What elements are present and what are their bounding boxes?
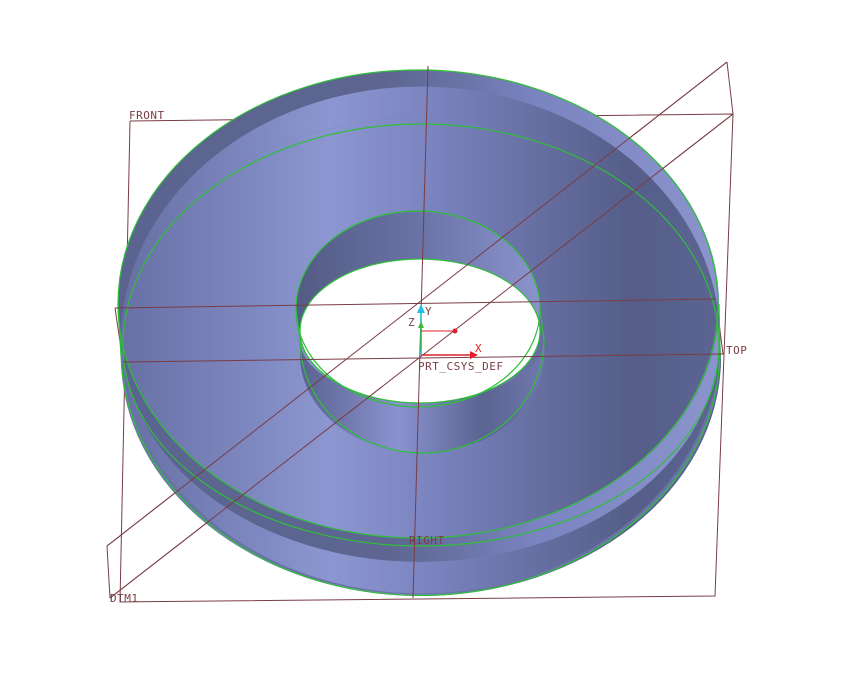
y-axis-label: Y	[425, 305, 432, 318]
datum-label-front[interactable]: FRONT	[129, 109, 165, 122]
datum-label-top[interactable]: TOP	[726, 344, 747, 357]
z-axis-label: Z	[408, 316, 415, 329]
model-viewport[interactable]: X Y Z PRT_CSYS_DEF FRONT TOP RIGHT DTM1	[0, 0, 857, 691]
csys-origin-marker	[452, 328, 458, 334]
x-axis-label: X	[475, 342, 482, 355]
datum-label-dtm1[interactable]: DTM1	[110, 592, 139, 605]
model-canvas[interactable]: X Y Z PRT_CSYS_DEF FRONT TOP RIGHT DTM1	[0, 0, 857, 691]
csys-name-label: PRT_CSYS_DEF	[418, 360, 503, 373]
datum-label-right[interactable]: RIGHT	[409, 534, 445, 547]
